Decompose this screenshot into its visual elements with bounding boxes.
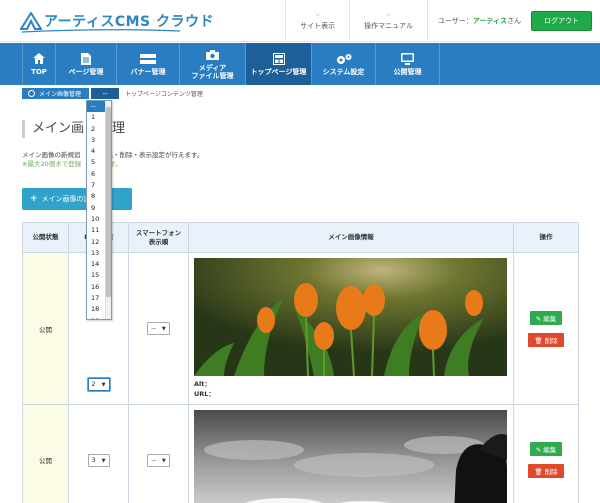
info-circle-icon <box>28 90 35 97</box>
plus-icon: + <box>30 194 38 204</box>
pc-order-select[interactable]: 2 ▼ <box>87 378 110 391</box>
chevron-down-icon: ⌵ <box>315 10 320 18</box>
trash-icon: 🗑 <box>534 336 545 345</box>
logout-button[interactable]: ログアウト <box>531 11 592 31</box>
chevron-down-icon: ▼ <box>101 382 106 388</box>
chevron-down-icon: ▼ <box>161 457 166 464</box>
chevron-down-icon: ▼ <box>161 326 166 332</box>
manual-link[interactable]: ⌵ 操作マニュアル <box>349 0 427 42</box>
header-sp-order: スマートフォン 表示順 <box>128 222 189 253</box>
monitor-icon <box>401 52 414 65</box>
nav-publish-management[interactable]: 公開管理 <box>376 43 440 85</box>
add-main-image-button[interactable]: + メイン画像の追 <box>22 188 132 210</box>
scrollbar-thumb[interactable] <box>106 107 111 297</box>
home-icon <box>33 53 45 65</box>
edit-button[interactable]: ✎ 編集 <box>529 310 563 325</box>
row-status: 公開 <box>22 404 69 503</box>
header-status: 公開状態 <box>22 222 69 253</box>
breadcrumb: メイン画像管理 -- トップページコンテンツ管理 <box>22 87 600 100</box>
nav-system-settings[interactable]: システム設定 <box>312 43 376 85</box>
ops-cell: ✎ 編集 🗑 削除 <box>513 404 579 503</box>
dropdown-scrollbar[interactable] <box>105 101 111 319</box>
chevron-down-icon: ⌵ <box>386 10 391 18</box>
url-label: URL： <box>194 390 215 398</box>
delete-button[interactable]: 🗑 削除 <box>528 464 564 478</box>
header-info: メイン画像情報 <box>188 222 514 253</box>
image-info-cell <box>188 404 514 503</box>
nav-top[interactable]: TOP <box>22 43 56 85</box>
sp-order-select[interactable]: -- ▼ <box>147 322 170 335</box>
tulip-photo[interactable] <box>194 258 507 376</box>
layout-icon <box>272 52 285 65</box>
camera-icon <box>206 49 219 61</box>
pc-order-cell: 3 ▼ <box>68 404 129 503</box>
logo-swoosh-icon <box>21 29 181 33</box>
banner-icon <box>140 53 156 65</box>
main-nav: TOP ページ管理 バナー管理 メディア ファイル管理 トップページ管理 システ… <box>0 43 600 85</box>
breadcrumb-sub-link[interactable]: トップページコンテンツ管理 <box>125 89 203 98</box>
sp-order-cell: -- ▼ <box>128 252 189 405</box>
user-name: アーティス <box>472 17 507 25</box>
bw-landscape-photo[interactable] <box>194 410 507 503</box>
pc-order-dropdown-list[interactable]: --12345678910111213141516171819 <box>86 100 112 320</box>
nav-page-management[interactable]: ページ管理 <box>56 43 117 85</box>
trash-icon: 🗑 <box>534 468 545 476</box>
delete-button[interactable]: 🗑 削除 <box>528 332 564 347</box>
edit-button[interactable]: ✎ 編集 <box>529 442 563 456</box>
nav-toppage-management[interactable]: トップページ管理 <box>246 43 312 85</box>
user-info: ユーザー： アーティス さん ログアウト <box>426 0 600 42</box>
alt-label: Alt： <box>194 380 211 388</box>
chevron-down-icon: ▼ <box>101 457 106 464</box>
gears-icon <box>335 53 353 65</box>
nav-banner-management[interactable]: バナー管理 <box>117 43 180 85</box>
row-status: 公開 <box>22 252 69 405</box>
header-ops: 操作 <box>513 222 579 253</box>
breadcrumb-select[interactable]: -- <box>91 88 120 99</box>
document-icon <box>81 52 91 65</box>
breadcrumb-current[interactable]: メイン画像管理 <box>22 88 90 99</box>
pc-order-select[interactable]: 3 ▼ <box>87 453 110 467</box>
sp-order-select[interactable]: -- ▼ <box>147 453 170 467</box>
table-row: 公開 3 ▼ -- ▼ ✎ 編集 🗑 削除 <box>22 404 579 503</box>
site-view-link[interactable]: ⌵ サイト表示 <box>285 0 349 42</box>
sp-order-cell: -- ▼ <box>128 404 189 503</box>
ops-cell: ✎ 編集 🗑 削除 <box>513 252 579 405</box>
top-bar: アーティスCMS クラウド ⌵ サイト表示 ⌵ 操作マニュアル ユーザー： アーテ… <box>0 0 600 42</box>
image-info-cell: Alt： URL： <box>188 252 514 405</box>
nav-media-management[interactable]: メディア ファイル管理 <box>180 43 246 85</box>
